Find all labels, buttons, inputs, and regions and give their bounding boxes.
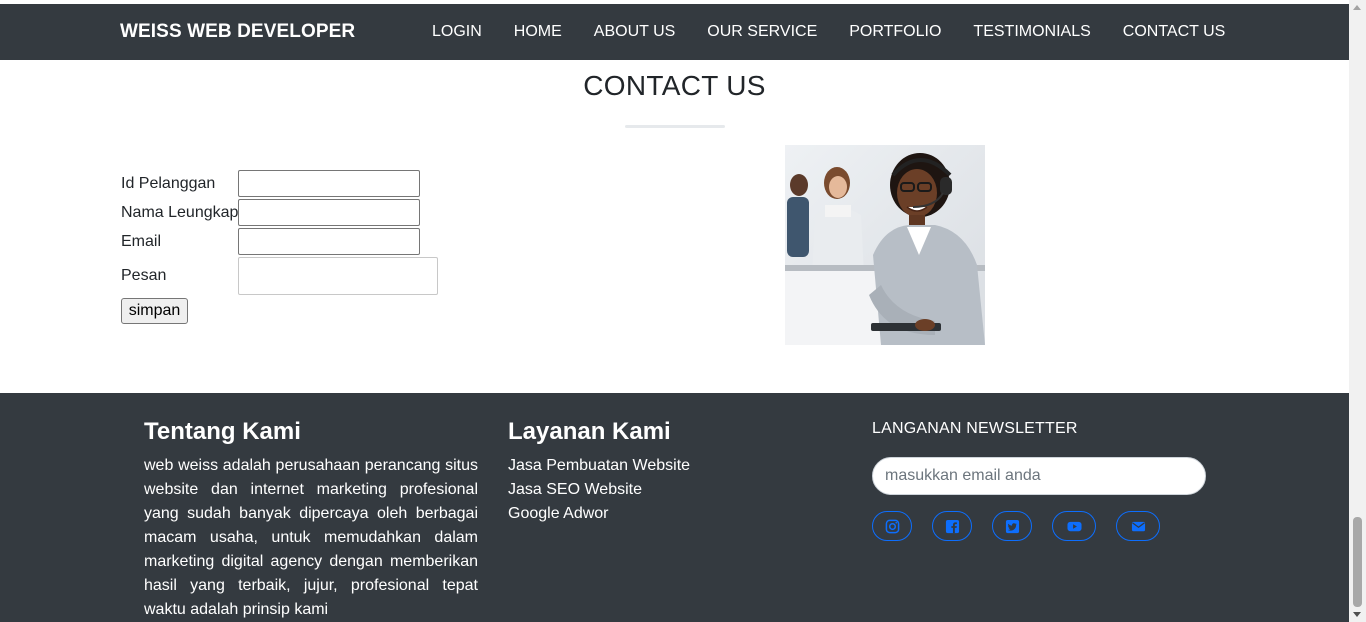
twitter-icon [1005,519,1019,533]
envelope-icon [1131,521,1145,531]
nav-testimonials[interactable]: TESTIMONIALS [957,23,1106,41]
email-button[interactable] [1116,511,1160,541]
about-heading: Tentang Kami [144,418,301,445]
facebook-icon [945,519,959,533]
message-label: Pesan [121,267,167,284]
nav-our-service[interactable]: OUR SERVICE [691,23,833,41]
message-row: Pesan [121,257,438,295]
scroll-down-arrow-icon[interactable] [1353,612,1361,617]
newsletter-email-input[interactable]: masukkan email anda [872,457,1206,495]
scroll-up-arrow-icon[interactable] [1353,5,1361,10]
services-list: Jasa Pembuatan Website Jasa SEO Website … [508,454,690,526]
nav-links: LOGIN HOME ABOUT US OUR SERVICE PORTFOLI… [416,4,1241,60]
nav-home[interactable]: HOME [498,23,578,41]
message-textarea[interactable] [238,257,438,295]
contact-title: CONTACT US [583,70,766,101]
services-heading: Layanan Kami [508,418,671,445]
newsletter-heading: LANGANAN NEWSLETTER [872,420,1078,437]
youtube-icon [1066,521,1082,531]
email-input[interactable] [238,228,420,255]
brand-logo[interactable]: WEISS WEB DEVELOPER [120,21,355,43]
youtube-button[interactable] [1052,511,1096,541]
name-row: Nama Leungkap [121,199,420,226]
service-item-adwords[interactable]: Google Adwor [508,502,690,526]
service-item-website[interactable]: Jasa Pembuatan Website [508,454,690,478]
title-divider [625,125,725,128]
browser-viewport: WEISS WEB DEVELOPER LOGIN HOME ABOUT US … [0,0,1366,622]
vertical-scrollbar[interactable] [1349,0,1366,622]
email-row: Email [121,228,420,255]
id-label: Id Pelanggan [121,174,216,192]
id-row: Id Pelanggan [121,170,420,197]
scrollbar-thumb[interactable] [1353,517,1362,607]
page: WEISS WEB DEVELOPER LOGIN HOME ABOUT US … [0,0,1349,622]
footer-newsletter: LANGANAN NEWSLETTER masukkan email anda [872,393,1206,541]
instagram-icon [885,519,899,533]
name-input[interactable] [238,199,420,226]
footer: Tentang Kami web weiss adalah perusahaan… [0,393,1349,622]
facebook-button[interactable] [932,511,972,541]
twitter-button[interactable] [992,511,1032,541]
footer-about: Tentang Kami web weiss adalah perusahaan… [144,393,478,622]
about-text: web weiss adalah perusahaan perancang si… [144,457,478,618]
footer-services: Layanan Kami Jasa Pembuatan Website Jasa… [508,393,690,526]
navbar: WEISS WEB DEVELOPER LOGIN HOME ABOUT US … [0,4,1349,60]
nav-contact-us[interactable]: CONTACT US [1107,23,1242,41]
customer-service-photo [785,145,985,345]
nav-about-us[interactable]: ABOUT US [578,23,692,41]
nav-portfolio[interactable]: PORTFOLIO [833,23,957,41]
instagram-button[interactable] [872,511,912,541]
id-input[interactable] [238,170,420,197]
email-label: Email [121,232,162,250]
save-button[interactable]: simpan [121,298,188,324]
customer-service-illustration [785,145,985,345]
social-links [872,511,1206,541]
nav-login[interactable]: LOGIN [416,23,498,41]
name-label: Nama Leungkap [121,203,239,221]
service-item-seo[interactable]: Jasa SEO Website [508,478,690,502]
